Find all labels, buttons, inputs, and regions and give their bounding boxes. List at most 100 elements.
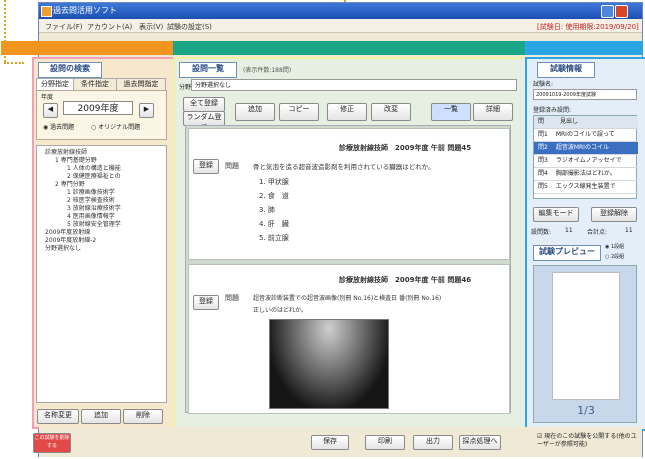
question-label: 問題: [225, 162, 239, 170]
question-label: 問題: [225, 294, 239, 302]
year-next-button[interactable]: ▶: [139, 103, 154, 118]
list-item-title: 超音波MRIのコイル: [555, 144, 609, 151]
tree-item-none[interactable]: 分野選択なし: [45, 245, 81, 253]
ultrasound-image: [269, 319, 389, 409]
option-5: 5. 前立腺: [259, 234, 289, 242]
delete-category-button[interactable]: 削除: [123, 409, 163, 424]
output-button[interactable]: 出力: [413, 435, 453, 450]
add-category-button[interactable]: 追加: [81, 409, 121, 424]
save-button[interactable]: 保存: [311, 435, 349, 450]
register-question-button[interactable]: 登録: [193, 295, 219, 310]
question-count-label: 設問数:: [531, 229, 552, 236]
publish-checkbox[interactable]: ☑ 現在のこの試験を公開する(他のユーザーが参照可能): [537, 433, 637, 449]
register-all-button[interactable]: 全て登録: [183, 97, 225, 112]
exam-name-label: 試験名:: [533, 81, 554, 88]
grading-button[interactable]: 採点処理へ: [459, 435, 501, 450]
list-item[interactable]: 問4 胸部撮影法はどれか。: [534, 168, 638, 181]
tree-item-2009-2[interactable]: 2009年度放射線-2: [45, 237, 96, 245]
option-2: 2. 食 道: [259, 192, 289, 200]
list-item-title: エックス線発生装置で: [555, 183, 616, 190]
print-button[interactable]: 印刷: [365, 435, 405, 450]
tree-item-basic-2[interactable]: 2 保健医療福祉との: [67, 173, 121, 181]
list-item[interactable]: 問5 エックス線発生装置で: [534, 181, 638, 194]
edit-question-button[interactable]: 修正: [327, 103, 367, 121]
tree-item-special-5[interactable]: 5 放射線安全管理学: [67, 221, 121, 229]
layout-1col-label: 1段組: [610, 244, 625, 250]
list-item-title: MRIのコイルで誤って: [555, 131, 615, 138]
option-4: 4. 肝 臓: [259, 220, 289, 228]
status-usage-period: [試験日: 使用期限:2019/09/20]: [537, 23, 639, 31]
annotation-line-left-h: [4, 62, 24, 64]
add-question-button[interactable]: 追加: [235, 103, 275, 121]
detail-view-button[interactable]: 詳細: [473, 103, 513, 121]
window-title: 過去問活用ソフト: [53, 6, 117, 15]
rename-button[interactable]: 名称変更: [37, 409, 79, 424]
tree-item-2009[interactable]: 2009年度放射線: [45, 229, 90, 237]
tree-item-special[interactable]: 2 専門分野: [55, 181, 85, 189]
list-header-title: 見出し: [559, 118, 578, 125]
year-prev-button[interactable]: ◀: [43, 103, 58, 118]
app-window: 過去問活用ソフト ファイル(F) アカウント(A) 表示(V) 試験の設定(S)…: [1, 2, 645, 457]
list-item-title: ラジオイムノアッセイで: [555, 157, 622, 164]
menu-exam-settings[interactable]: 試験の設定(S): [167, 22, 212, 32]
total-score-label: 合計点:: [587, 229, 608, 236]
list-item-num: 問5: [538, 183, 548, 190]
title-bar: 過去問活用ソフト: [39, 3, 642, 19]
menu-file[interactable]: ファイル(F): [45, 22, 83, 32]
question-text-2: 正しいのはどれか。: [253, 307, 307, 314]
registered-list: 問 見出し 問1 MRIのコイルで誤って 問2 超音波MRIのコイル問3 ラジオイムノア…: [533, 115, 638, 199]
exam-preview-title: 試験プレビュー: [533, 245, 601, 261]
radio-original[interactable]: ○ オリジナル問題: [91, 122, 140, 131]
list-item[interactable]: 問2 超音波MRIのコイル: [534, 142, 638, 155]
random-register-button[interactable]: ランダム登録: [183, 111, 225, 132]
layout-1col-radio[interactable]: ◉ 1段組: [605, 243, 624, 250]
layout-2col-radio[interactable]: ○ 2段組: [605, 253, 624, 260]
left-panel: 設問の検索 分野指定 条件指定 過去問指定 年度 ◀ 2009年度 ▶ ◉ 過去…: [32, 57, 175, 429]
copy-question-button[interactable]: コピー: [279, 103, 319, 121]
list-item-num: 問2: [538, 144, 548, 151]
list-header: 問 見出し: [534, 116, 638, 129]
field-value: 分野選択なし: [191, 79, 517, 91]
minimize-icon[interactable]: [601, 5, 614, 18]
middle-panel: 設問一覧 (表示件数:188問) 分野 分野選択なし 全て登録 ランダム登録 追…: [173, 57, 529, 431]
modify-question-button[interactable]: 改変: [371, 103, 411, 121]
tree-item-basic-1[interactable]: 1 人体の構造と機能: [67, 165, 121, 173]
radio-original-label: オリジナル問題: [98, 124, 141, 131]
list-item[interactable]: 問1 MRIのコイルで誤って: [534, 129, 638, 142]
question-text: 超音波診断装置での超音波画像(別冊 No.16)と検査日 番(別冊 No.16): [253, 295, 442, 302]
menu-bar: ファイル(F) アカウント(A) 表示(V) 試験の設定(S) [試験日: 使用…: [39, 19, 642, 33]
tree-item-special-2[interactable]: 2 核医学検査技術: [67, 197, 115, 205]
bottom-bar: この試験を削除する 保存 印刷 出力 採点処理へ ☑ 現在のこの試験を公開する(…: [33, 427, 642, 457]
tree-item-special-3[interactable]: 3 放射線治療技術学: [67, 205, 121, 213]
tree-item-basic[interactable]: 1 専門基礎分野: [55, 157, 97, 165]
middle-panel-header-bar: [173, 41, 525, 55]
exam-name-field[interactable]: 20091019-2009年度試験: [533, 89, 637, 100]
question-list-title: 設問一覧: [179, 62, 237, 78]
list-item-num: 問1: [538, 131, 548, 138]
release-registration-button[interactable]: 登録解除: [591, 207, 637, 222]
tree-item-special-1[interactable]: 1 診療画像技術学: [67, 189, 115, 197]
close-icon[interactable]: [615, 5, 628, 18]
list-item[interactable]: 問3 ラジオイムノアッセイで: [534, 155, 638, 168]
tree-item-root[interactable]: 診療放射線技師: [45, 149, 87, 157]
question-header: 診療放射線技師 2009年度 午前 問題46: [339, 276, 472, 284]
list-view-button[interactable]: 一覧: [431, 103, 471, 121]
question-count: (表示件数:188問): [243, 67, 292, 74]
edit-mode-button[interactable]: 編集モード: [533, 207, 579, 222]
tree-item-special-4[interactable]: 4 医用画像情報学: [67, 213, 115, 221]
app-icon: [41, 6, 52, 17]
radio-past[interactable]: ◉ 過去問題: [43, 122, 74, 131]
register-question-button[interactable]: 登録: [193, 159, 219, 174]
preview-page-indicator: 1/3: [577, 404, 595, 417]
question-scroll-area: 登録 診療放射線技師 2009年度 午前 問題45 問題 骨と気泡を造る超音波造…: [185, 125, 511, 414]
menu-view[interactable]: 表示(V): [139, 22, 163, 32]
delete-exam-button[interactable]: この試験を削除する: [33, 433, 71, 453]
right-panel: 試験情報 試験名: 20091019-2009年度試験 登録済み設問: 問 見出…: [525, 57, 645, 431]
question-text: 骨と気泡を造る超音波造影剤を利用されている臓器はどれか。: [253, 163, 435, 171]
menu-account[interactable]: アカウント(A): [87, 22, 132, 32]
left-section-title: 設問の検索: [38, 62, 102, 78]
option-3: 3. 肺: [259, 206, 275, 214]
list-header-num: 問: [538, 118, 545, 125]
total-score-value: 11: [625, 227, 633, 234]
year-box: 年度 ◀ 2009年度 ▶ ◉ 過去問題 ○ オリジナル問題: [36, 90, 167, 140]
